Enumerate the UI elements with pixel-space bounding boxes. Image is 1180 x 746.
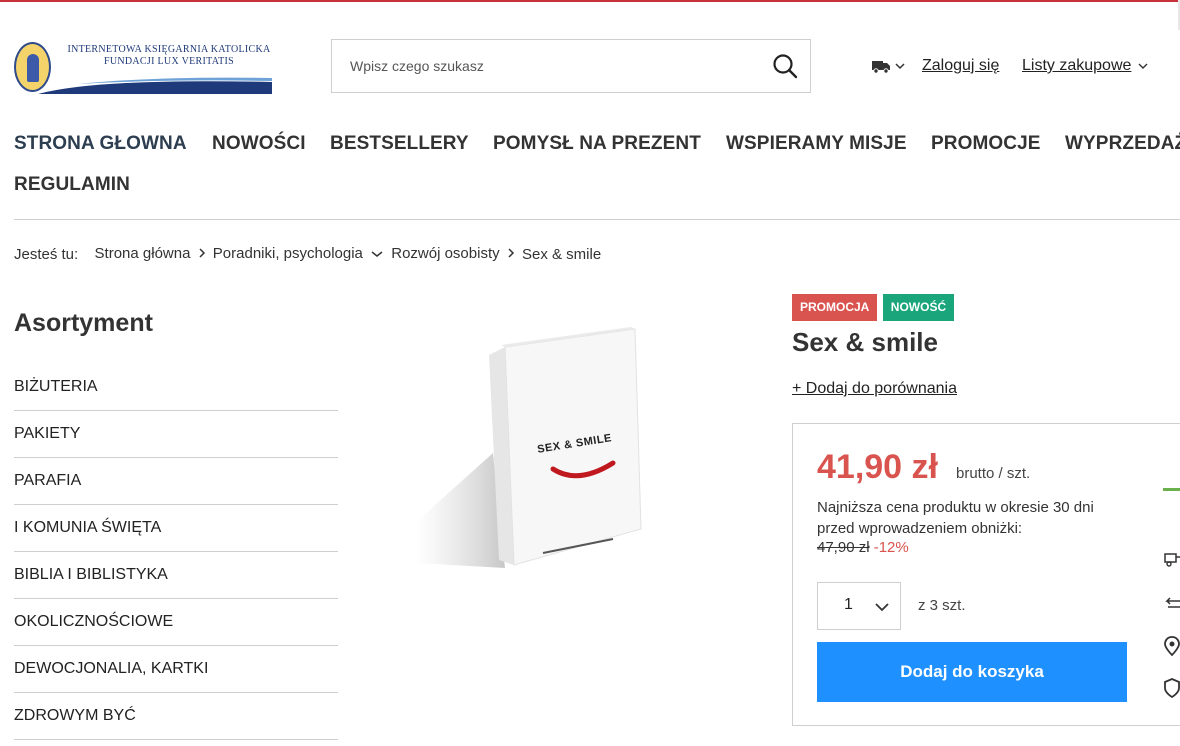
top-accent-line — [0, 0, 1180, 2]
breadcrumb: Jesteś tu: Strona główna Poradniki, psyc… — [14, 245, 601, 263]
nav-item-terms[interactable]: REGULAMIN — [14, 174, 130, 196]
price-unit: brutto / szt. — [956, 465, 1031, 482]
shopping-lists-dropdown[interactable]: Listy zakupowe — [1022, 57, 1148, 75]
nav-divider — [14, 219, 1180, 220]
nav-item-missions[interactable]: WSPIERAMY MISJE — [726, 133, 907, 155]
chevron-down-icon — [1138, 63, 1148, 69]
search-input[interactable] — [332, 40, 752, 92]
breadcrumb-item-home[interactable]: Strona główna — [95, 245, 191, 262]
add-to-compare-link[interactable]: + Dodaj do porównania — [792, 380, 957, 398]
location-pin-icon — [1164, 636, 1180, 656]
stock-count: z 3 szt. — [918, 597, 966, 614]
sidebar-item-jewelry[interactable]: BIŻUTERIA — [14, 364, 338, 411]
search-bar — [331, 39, 811, 93]
breadcrumb-item-personal-growth[interactable]: Rozwój osobisty — [391, 245, 499, 262]
store-logo[interactable]: INTERNETOWA KSIĘGARNIA KATOLICKA FUNDACJ… — [14, 40, 272, 94]
product-image[interactable]: SEX & SMILE — [413, 323, 653, 573]
breadcrumb-item-current: Sex & smile — [521, 245, 602, 263]
shield-icon — [1164, 678, 1180, 698]
sidebar-item-health[interactable]: ZDROWYM BYĆ — [14, 693, 338, 740]
nav-item-home[interactable]: STRONA GŁOWNA — [14, 133, 187, 155]
sidebar-item-occasional[interactable]: OKOLICZNOŚCIOWE — [14, 599, 338, 646]
discount-percent: -12% — [873, 539, 909, 556]
quantity-select[interactable]: 1 — [817, 582, 901, 630]
chevron-down-icon[interactable] — [371, 250, 383, 258]
shopping-lists-label: Listy zakupowe — [1022, 57, 1132, 74]
chevron-down-icon — [875, 603, 889, 612]
promo-badge: PROMOCJA — [792, 294, 878, 321]
buy-box: 41,90 zł brutto / szt. Najniższa cena pr… — [792, 423, 1180, 726]
category-list: BIŻUTERIA PAKIETY PARAFIA I KOMUNIA ŚWIĘ… — [14, 364, 338, 740]
nav-item-bestsellers[interactable]: BESTSELLERY — [330, 133, 469, 155]
nav-item-sale[interactable]: WYPRZEDAŻ — [1065, 133, 1180, 155]
chevron-right-icon — [199, 248, 205, 258]
product-badges: PROMOCJA NOWOŚĆ — [792, 294, 955, 321]
logo-swoosh — [38, 77, 272, 94]
breadcrumb-prefix: Jesteś tu: — [14, 245, 79, 263]
chevron-right-icon — [508, 248, 514, 258]
availability-indicator — [1163, 488, 1180, 491]
return-icon — [1165, 597, 1180, 608]
lowest-price-note: Najniższa cena produktu w okresie 30 dni… — [817, 499, 1094, 537]
product-title: Sex & smile — [792, 327, 938, 357]
sidebar-item-bible[interactable]: BIBLIA I BIBLISTYKA — [14, 552, 338, 599]
new-badge: NOWOŚĆ — [882, 294, 955, 321]
nav-item-promotions[interactable]: PROMOCJE — [931, 133, 1041, 155]
breadcrumb-item-guides[interactable]: Poradniki, psychologia — [213, 245, 363, 262]
nav-item-new[interactable]: NOWOŚCI — [212, 133, 306, 155]
delivery-icon — [1164, 553, 1180, 567]
current-price: 41,90 zł — [817, 448, 938, 486]
delivery-truck-icon[interactable] — [871, 57, 907, 75]
add-to-cart-button[interactable]: Dodaj do koszyka — [817, 642, 1127, 702]
quantity-value: 1 — [844, 596, 853, 613]
sidebar-item-first-communion[interactable]: I KOMUNIA ŚWIĘTA — [14, 505, 338, 552]
old-price-row: 47,90 zł -12% — [817, 539, 909, 556]
sidebar-item-packages[interactable]: PAKIETY — [14, 411, 338, 458]
old-price: 47,90 zł — [817, 539, 870, 556]
logo-line-2: FUNDACJI LUX VERITATIS — [103, 56, 235, 67]
logo-line-1: INTERNETOWA KSIĘGARNIA KATOLICKA — [67, 44, 271, 55]
book-cover-image — [415, 327, 642, 568]
sidebar-title: Asortyment — [14, 309, 153, 337]
nav-item-gift-ideas[interactable]: POMYSŁ NA PREZENT — [493, 133, 701, 155]
search-icon[interactable] — [772, 53, 798, 79]
login-link[interactable]: Zaloguj się — [922, 57, 999, 75]
sidebar-item-parish[interactable]: PARAFIA — [14, 458, 338, 505]
sidebar-item-devotionals[interactable]: DEWOCJONALIA, KARTKI — [14, 646, 338, 693]
